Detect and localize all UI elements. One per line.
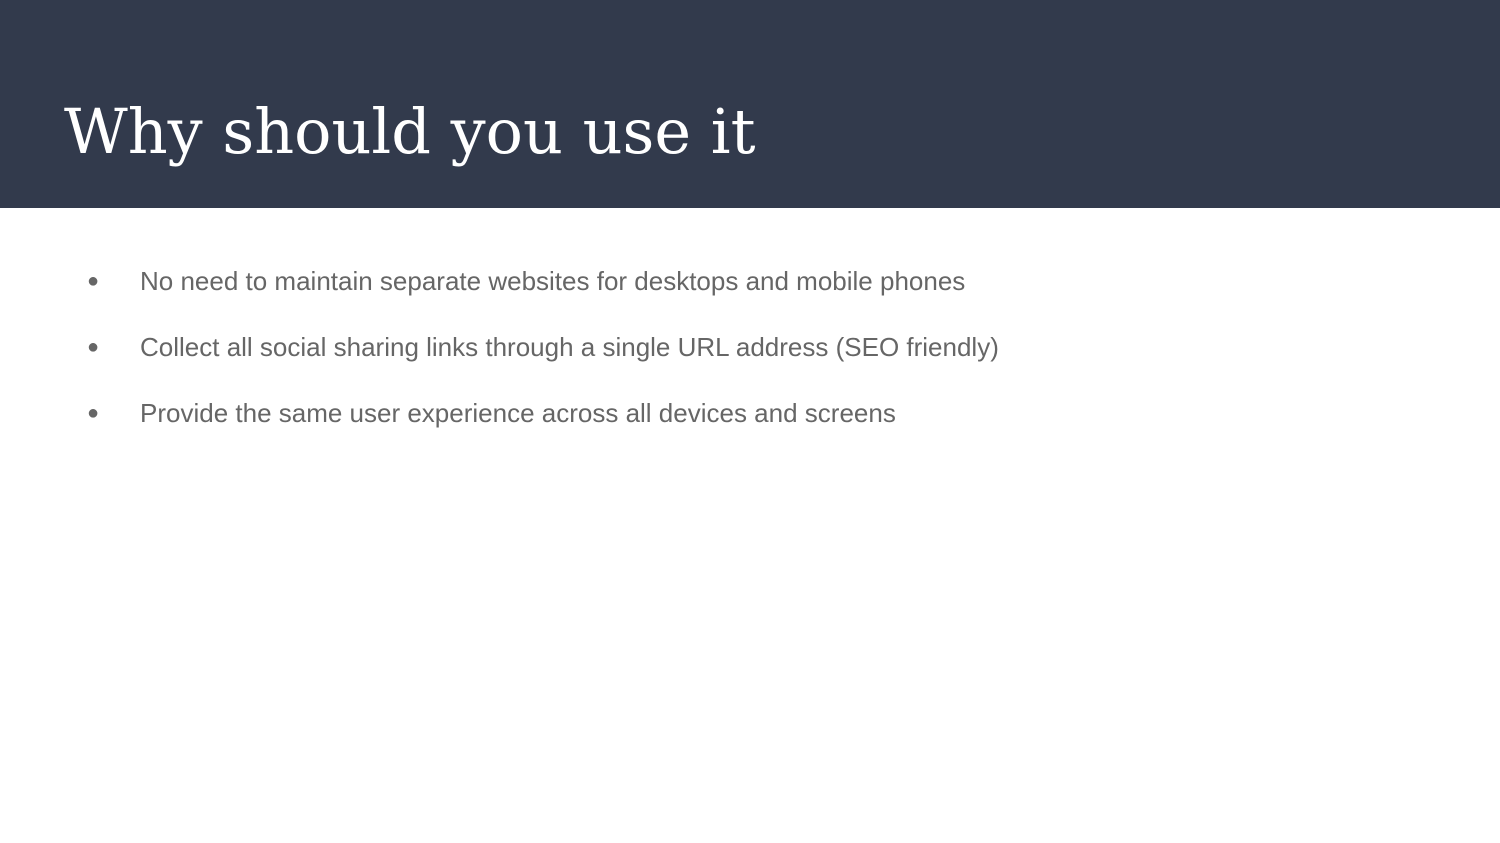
bullet-item: ● No need to maintain separate websites … xyxy=(0,248,1500,314)
bullet-text: No need to maintain separate websites fo… xyxy=(140,266,966,296)
bullet-dot-icon: ● xyxy=(87,270,100,292)
bullet-dot-icon: ● xyxy=(87,336,100,358)
bullet-item: ● Collect all social sharing links throu… xyxy=(0,314,1500,380)
bullet-dot-icon: ● xyxy=(87,402,100,424)
title-band: Why should you use it xyxy=(0,0,1500,208)
bullet-item: ● Provide the same user experience acros… xyxy=(0,380,1500,446)
slide-title: Why should you use it xyxy=(64,95,756,168)
bullet-text: Collect all social sharing links through… xyxy=(140,332,999,362)
bullet-list: ● No need to maintain separate websites … xyxy=(0,248,1500,446)
bullet-text: Provide the same user experience across … xyxy=(140,398,896,428)
slide: Why should you use it ● No need to maint… xyxy=(0,0,1500,843)
